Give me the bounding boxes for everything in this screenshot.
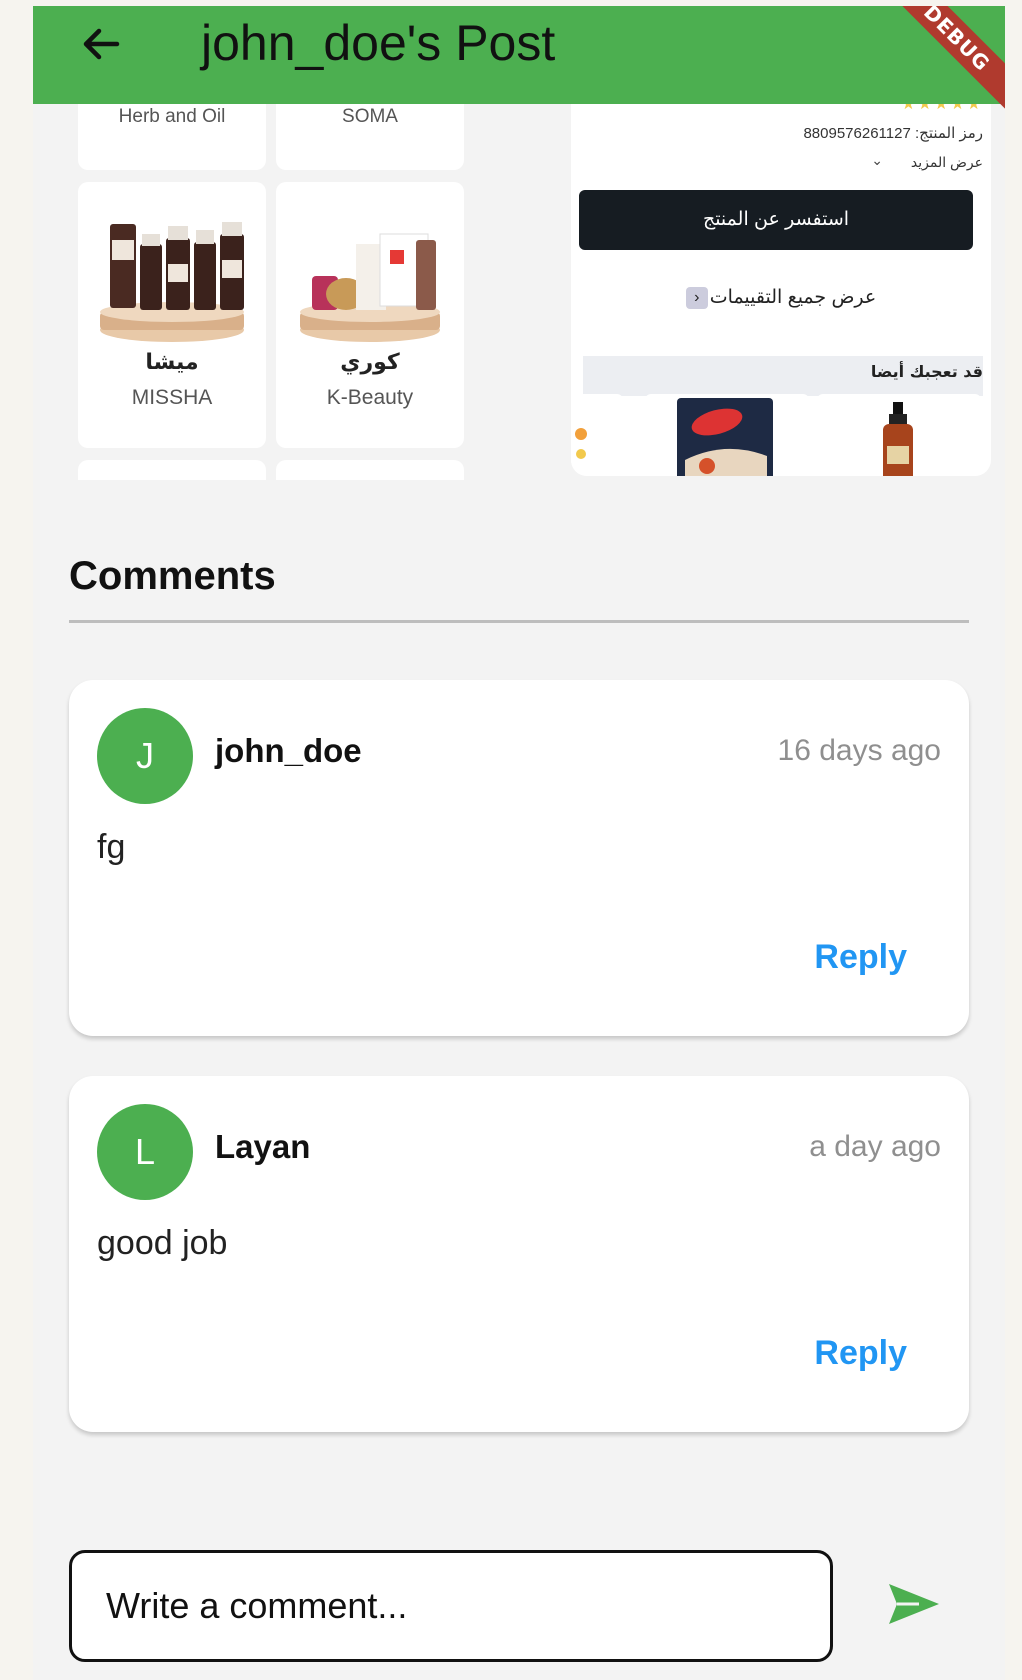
rating-stars: ★★★★★ bbox=[901, 104, 983, 113]
divider bbox=[69, 620, 969, 623]
comment-text: fg bbox=[97, 828, 126, 866]
brand-card: ميشا MISSHA bbox=[78, 182, 266, 448]
brand-name-arabic: ميشا bbox=[145, 350, 199, 375]
send-icon[interactable] bbox=[883, 1574, 943, 1634]
product-image bbox=[100, 222, 244, 342]
show-more-link: عرض المزيد bbox=[910, 154, 983, 170]
brand-name: K-Beauty bbox=[326, 386, 414, 409]
product-thumbnail bbox=[571, 394, 623, 476]
brand-card: كوري K-Beauty bbox=[276, 182, 464, 448]
comment-timestamp: 16 days ago bbox=[777, 734, 941, 767]
brand-card: SOMA bbox=[276, 104, 464, 170]
reply-button[interactable]: Reply bbox=[814, 938, 907, 977]
all-reviews-link: عرض جميع التقييمات‹ bbox=[571, 286, 991, 309]
arrow-back-icon[interactable] bbox=[77, 20, 125, 68]
comment-username: john_doe bbox=[215, 732, 362, 769]
app-bar: john_doe's Post DEBUG bbox=[33, 6, 1005, 128]
comment-input[interactable] bbox=[69, 1550, 833, 1662]
comment-card: J john_doe 16 days ago fg Reply bbox=[69, 680, 969, 1036]
post-image[interactable]: Herb and Oil SOMA ميشا MISSHA كوري K-Bea… bbox=[78, 104, 1000, 504]
reply-button[interactable]: Reply bbox=[814, 1334, 907, 1373]
avatar: J bbox=[97, 708, 193, 804]
ask-product-button: استفسر عن المنتج bbox=[579, 190, 973, 250]
product-thumbnail bbox=[645, 394, 809, 476]
brand-card: Herb and Oil bbox=[78, 104, 266, 170]
avatar: L bbox=[97, 1104, 193, 1200]
comment-username: Layan bbox=[215, 1128, 311, 1165]
brand-card bbox=[78, 460, 266, 480]
comment-timestamp: a day ago bbox=[809, 1130, 941, 1163]
all-reviews-label: عرض جميع التقييمات bbox=[709, 287, 877, 308]
chevron-left-icon: ‹ bbox=[685, 286, 708, 309]
brand-card bbox=[276, 460, 464, 480]
product-image bbox=[300, 233, 440, 342]
comment-text: good job bbox=[97, 1224, 228, 1262]
brand-name: Herb and Oil bbox=[118, 106, 226, 127]
screen: john_doe's Post DEBUG Herb and Oil SOMA bbox=[33, 6, 1005, 1680]
brand-name-arabic: كوري bbox=[340, 350, 400, 375]
product-panel: ★★★★★ رمز المنتج: 8809576261127 عرض المز… bbox=[571, 104, 991, 476]
chevron-down-icon: ⌄ bbox=[871, 152, 883, 168]
comment-card: L Layan a day ago good job Reply bbox=[69, 1076, 969, 1432]
recommendations-title: قد تعجبك أيضا bbox=[870, 362, 983, 381]
product-code: رمز المنتج: 8809576261127 bbox=[803, 125, 983, 142]
brand-name: MISSHA bbox=[131, 386, 213, 409]
page-title: john_doe's Post bbox=[201, 15, 556, 71]
product-thumbnail bbox=[817, 394, 981, 476]
brand-name: SOMA bbox=[342, 106, 398, 127]
comments-heading: Comments bbox=[69, 554, 276, 598]
